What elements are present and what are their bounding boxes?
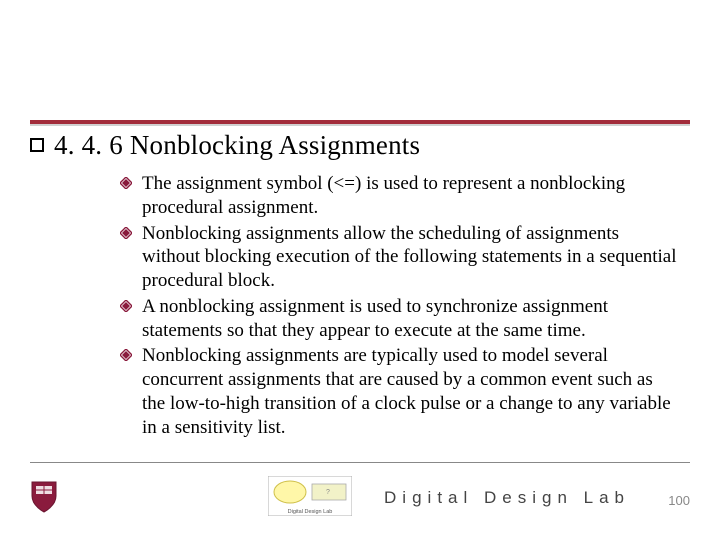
- bullet-text: A nonblocking assignment is used to sync…: [142, 295, 680, 343]
- bullet-text: Nonblocking assignments are typically us…: [142, 344, 680, 439]
- page-number: 100: [668, 493, 690, 508]
- list-item: Nonblocking assignments allow the schedu…: [120, 222, 680, 293]
- shield-logo-icon: [30, 480, 58, 514]
- center-logo-icon: Digital Design Lab ?: [268, 476, 352, 516]
- diamond-bullet-icon: [120, 177, 132, 189]
- footer: Digital Design Lab ? Digital Design Lab …: [0, 462, 720, 522]
- slide-container: 4. 4. 6 Nonblocking Assignments The assi…: [0, 0, 720, 540]
- footer-rule: [30, 462, 690, 463]
- svg-text:?: ?: [326, 489, 330, 496]
- diamond-bullet-icon: [120, 227, 132, 239]
- diamond-bullet-icon: [120, 300, 132, 312]
- square-bullet-icon: [30, 138, 44, 152]
- footer-label: Digital Design Lab: [384, 488, 630, 508]
- bullet-text: The assignment symbol (<=) is used to re…: [142, 172, 680, 220]
- list-item: The assignment symbol (<=) is used to re…: [120, 172, 680, 220]
- slide-title: 4. 4. 6 Nonblocking Assignments: [54, 130, 420, 161]
- content-area: The assignment symbol (<=) is used to re…: [120, 172, 680, 441]
- list-item: Nonblocking assignments are typically us…: [120, 344, 680, 439]
- center-logo-caption: Digital Design Lab: [288, 509, 333, 515]
- diamond-bullet-icon: [120, 349, 132, 361]
- list-item: A nonblocking assignment is used to sync…: [120, 295, 680, 343]
- title-row: 4. 4. 6 Nonblocking Assignments: [30, 130, 690, 161]
- bullet-text: Nonblocking assignments allow the schedu…: [142, 222, 680, 293]
- header-rule: [30, 120, 690, 124]
